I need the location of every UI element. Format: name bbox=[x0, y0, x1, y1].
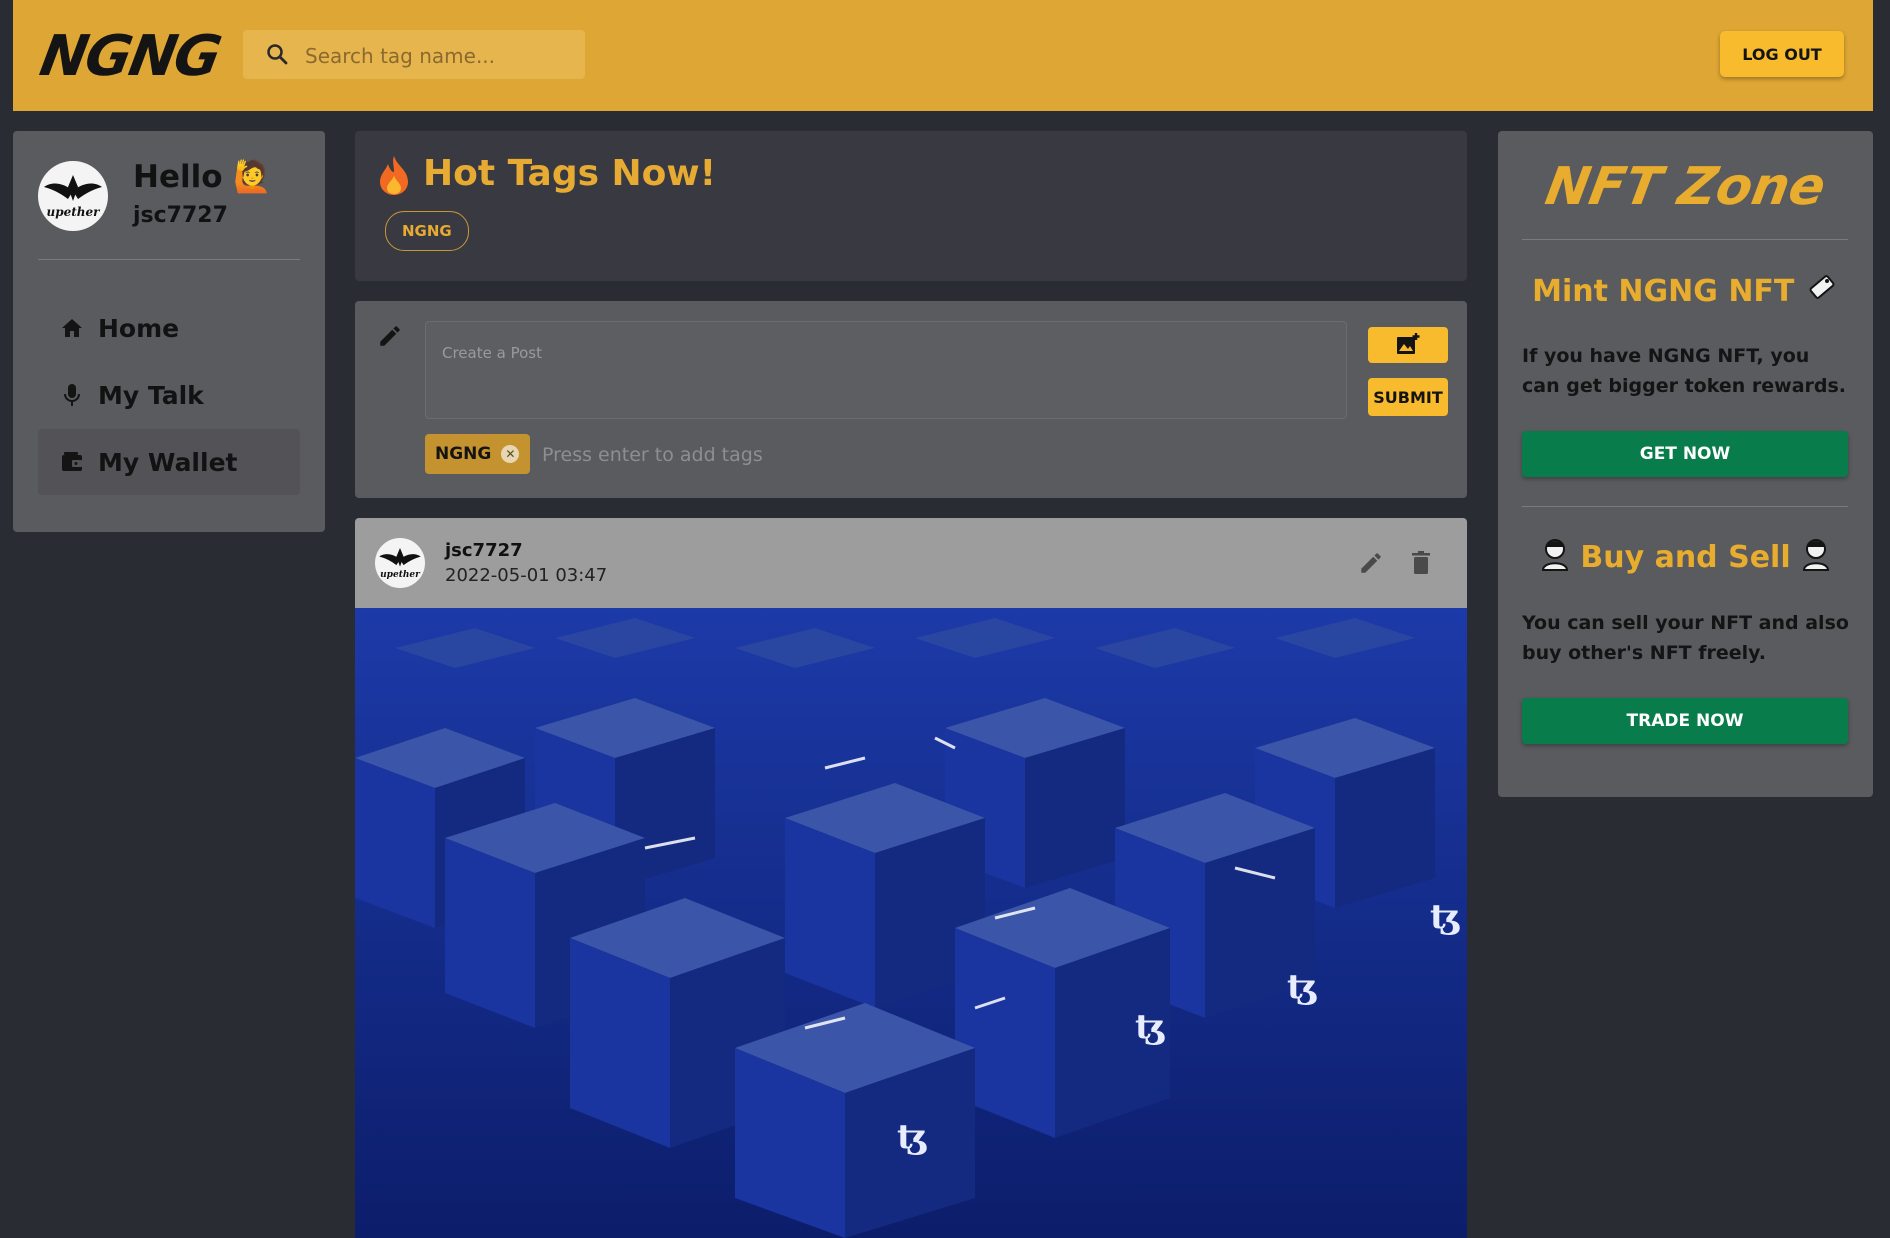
hot-tag-chip[interactable]: NGNG bbox=[385, 211, 469, 251]
sidebar-item-label: My Wallet bbox=[98, 447, 238, 477]
svg-text:ꜩ: ꜩ bbox=[1135, 1007, 1166, 1047]
edit-icon[interactable] bbox=[1358, 550, 1384, 576]
tag-chip: NGNG ✕ bbox=[425, 434, 530, 474]
svg-text:ꜩ: ꜩ bbox=[897, 1117, 928, 1157]
sidebar-item-label: Home bbox=[98, 313, 180, 343]
search-icon bbox=[267, 44, 288, 65]
logout-button[interactable]: LOG OUT bbox=[1720, 31, 1844, 77]
post-input-box bbox=[425, 321, 1347, 419]
nft-divider bbox=[1522, 239, 1848, 240]
sidebar-item-label: My Talk bbox=[98, 380, 204, 410]
ticket-icon bbox=[1809, 275, 1835, 299]
nft-zone-title: NFT Zone bbox=[1541, 157, 1830, 217]
tag-chip-label: NGNG bbox=[435, 444, 492, 464]
post-image: ꜩ ꜩ ꜩ ꜩ bbox=[355, 608, 1467, 1238]
sidebar-item-home[interactable]: Home bbox=[38, 295, 300, 361]
home-icon bbox=[62, 319, 82, 337]
eagle-logo-icon bbox=[44, 175, 102, 201]
sidebar-divider bbox=[38, 259, 300, 260]
post-date: 2022-05-01 03:47 bbox=[445, 565, 608, 586]
tag-input[interactable] bbox=[540, 434, 944, 476]
greeting: Hello 🙋 bbox=[133, 159, 272, 195]
search-input[interactable] bbox=[303, 30, 577, 81]
hot-tags-panel: Hot Tags Now! NGNG bbox=[355, 131, 1467, 281]
svg-text:ꜩ: ꜩ bbox=[1287, 967, 1318, 1007]
mint-text: If you have NGNG NFT, you can get bigger… bbox=[1522, 345, 1847, 397]
trade-title: Buy and Sell bbox=[1498, 537, 1873, 575]
trade-text: You can sell your NFT and also buy other… bbox=[1522, 612, 1849, 664]
person-icon bbox=[1803, 539, 1830, 571]
fire-icon bbox=[380, 156, 408, 195]
trade-title-text: Buy and Sell bbox=[1580, 540, 1791, 575]
post-avatar: upether bbox=[375, 538, 425, 588]
avatar: upether bbox=[38, 161, 108, 231]
add-photo-icon bbox=[1397, 332, 1420, 354]
tag-search[interactable] bbox=[243, 30, 585, 81]
hot-tags-title: Hot Tags Now! bbox=[423, 153, 717, 194]
sidebar-item-my-talk[interactable]: My Talk bbox=[38, 362, 300, 428]
eagle-logo-icon bbox=[379, 548, 421, 567]
remove-tag-icon[interactable]: ✕ bbox=[501, 445, 520, 463]
microphone-icon bbox=[64, 384, 80, 406]
wallet-icon bbox=[62, 452, 82, 471]
post-textarea[interactable] bbox=[426, 322, 1346, 418]
app-logo[interactable]: NGNG bbox=[35, 24, 224, 89]
mint-title: Mint NGNG NFT bbox=[1498, 271, 1873, 309]
create-post-panel: SUBMIT NGNG ✕ bbox=[355, 301, 1467, 498]
mint-title-text: Mint NGNG NFT bbox=[1532, 274, 1795, 309]
get-now-button[interactable]: GET NOW bbox=[1522, 431, 1848, 477]
add-image-button[interactable] bbox=[1368, 327, 1448, 363]
trade-now-button[interactable]: TRADE NOW bbox=[1522, 698, 1848, 744]
pencil-icon bbox=[380, 326, 400, 346]
top-header: NGNG LOG OUT bbox=[13, 0, 1873, 111]
username: jsc7727 bbox=[133, 203, 228, 228]
submit-button[interactable]: SUBMIT bbox=[1368, 378, 1448, 416]
trash-icon[interactable] bbox=[1409, 550, 1433, 576]
avatar-brand-text: upether bbox=[46, 205, 100, 219]
person-icon bbox=[1541, 539, 1568, 571]
svg-text:ꜩ: ꜩ bbox=[1430, 897, 1461, 937]
profile-sidebar: upether Hello 🙋 jsc7727 Home My Talk My … bbox=[13, 131, 325, 532]
post-card: upether jsc7727 2022-05-01 03:47 ꜩ ꜩ ꜩ ꜩ bbox=[355, 518, 1467, 1238]
sidebar-item-my-wallet[interactable]: My Wallet bbox=[38, 429, 300, 495]
nft-divider bbox=[1522, 506, 1848, 507]
post-author: jsc7727 bbox=[445, 540, 523, 561]
avatar-brand-text: upether bbox=[380, 570, 420, 580]
nft-zone-panel: NFT Zone Mint NGNG NFT If you have NGNG … bbox=[1498, 131, 1873, 797]
post-header: upether jsc7727 2022-05-01 03:47 bbox=[355, 518, 1467, 608]
